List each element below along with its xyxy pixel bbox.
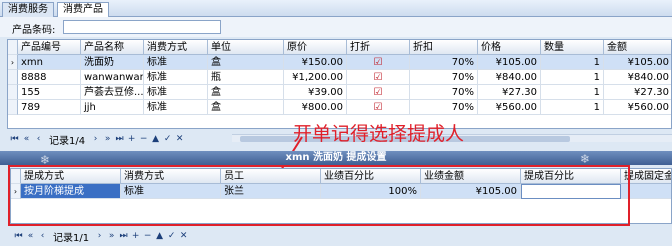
col-header[interactable]: 提成固定金额 xyxy=(621,169,671,184)
cell-performance-amount[interactable]: ¥105.00 xyxy=(421,184,521,199)
cell-performance-pct[interactable]: 100% xyxy=(321,184,421,199)
record-counter: 记录1/1 xyxy=(53,232,90,244)
col-header[interactable]: 提成方式 xyxy=(21,169,121,184)
col-header[interactable]: 员工 xyxy=(221,169,321,184)
cancel-icon[interactable]: ✕ xyxy=(179,231,188,241)
commission-grid: 提成方式 消费方式 员工 业绩百分比 业绩金额 提成百分比 提成固定金额 › 按… xyxy=(10,168,672,224)
commission-pct-input[interactable] xyxy=(521,184,621,199)
cell-employee[interactable]: 张兰 xyxy=(221,184,321,199)
remove-icon[interactable]: − xyxy=(143,231,152,241)
edit-icon[interactable]: ▲ xyxy=(155,231,164,241)
last-record-icon[interactable]: ⏭ xyxy=(119,231,128,241)
prev-page-icon[interactable]: « xyxy=(26,231,35,241)
cell-consume-method[interactable]: 标准 xyxy=(121,184,221,199)
col-header[interactable]: 业绩金额 xyxy=(421,169,521,184)
col-header[interactable]: 消费方式 xyxy=(121,169,221,184)
commission-navigator: ⏮ « ‹ 记录1/1 › » ⏭ + − ▲ ✓ ✕ xyxy=(14,229,188,244)
next-record-icon[interactable]: › xyxy=(95,231,104,241)
cell-fixed-amount[interactable] xyxy=(621,184,671,199)
snowflake-icon: ❄ xyxy=(580,152,591,166)
col-header[interactable]: 业绩百分比 xyxy=(321,169,421,184)
prev-record-icon[interactable]: ‹ xyxy=(38,231,47,241)
col-header[interactable]: 提成百分比 xyxy=(521,169,621,184)
annotation-text: 开单记得选择提成人 xyxy=(293,123,465,145)
row-indicator[interactable]: › xyxy=(11,184,21,199)
header-indicator xyxy=(11,169,21,184)
confirm-icon[interactable]: ✓ xyxy=(167,231,176,241)
first-record-icon[interactable]: ⏮ xyxy=(14,231,23,241)
next-page-icon[interactable]: » xyxy=(107,231,116,241)
add-icon[interactable]: + xyxy=(131,231,140,241)
snowflake-icon: ❄ xyxy=(40,153,51,167)
cell-commission-type[interactable]: 按月阶梯提成 xyxy=(21,184,121,199)
commission-title: xmn 洗面奶 提成设置 xyxy=(0,151,672,165)
